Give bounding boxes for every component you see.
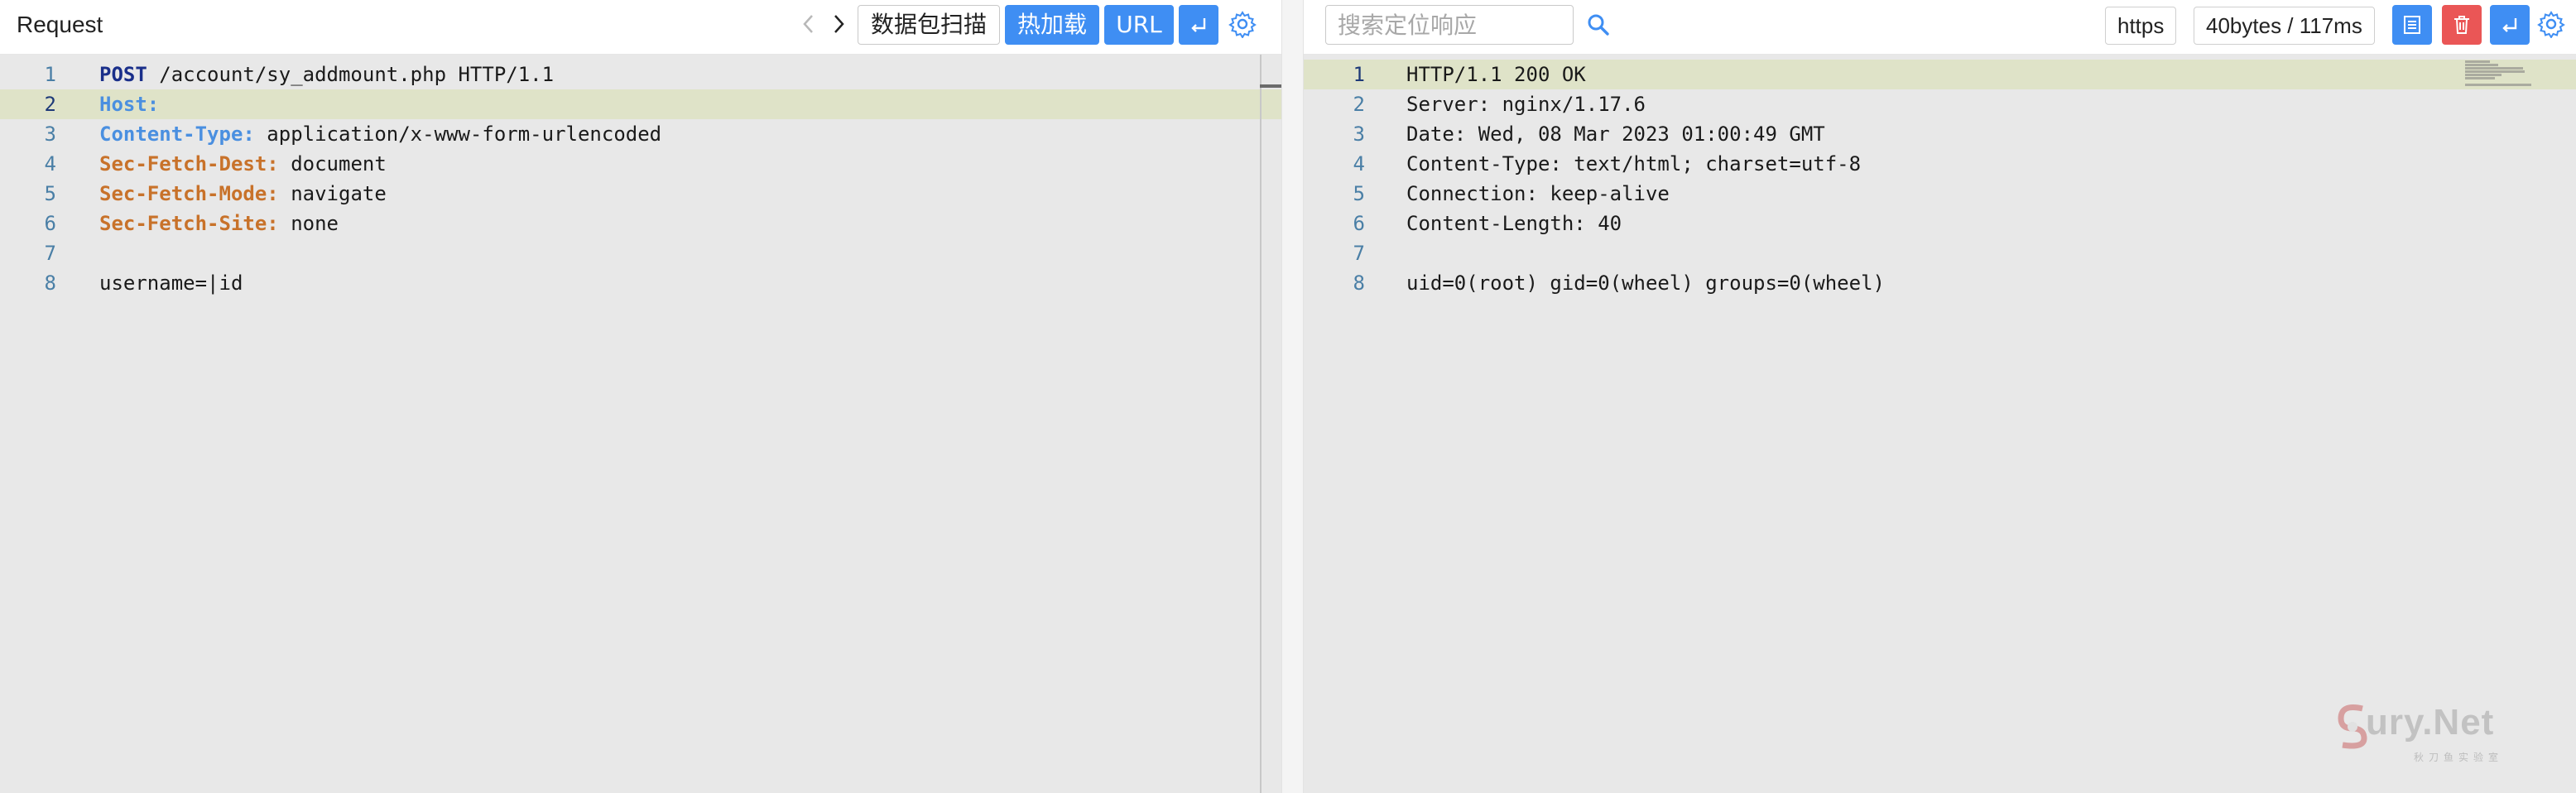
chevron-left-icon[interactable]	[800, 11, 818, 37]
search-icon[interactable]	[1585, 12, 1612, 38]
watermark-text: ury.Net	[2366, 702, 2495, 743]
request-line[interactable]: 4 Sec-Fetch-Dest: document	[0, 149, 1281, 179]
response-line[interactable]: 6 Content-Length: 40	[1304, 209, 2576, 238]
request-toolbar: Request 数据包扫描 热加载 URL	[0, 0, 1281, 55]
line-number: 1	[1353, 63, 1365, 86]
panel-splitter[interactable]	[1281, 0, 1304, 793]
response-stats: 40bytes / 117ms	[2194, 7, 2375, 45]
line-number: 8	[1353, 272, 1365, 295]
request-line[interactable]: 8 username=|id	[0, 268, 1281, 298]
response-line[interactable]: 4 Content-Type: text/html; charset=utf-8	[1304, 149, 2576, 179]
response-minimap[interactable]	[2465, 60, 2533, 87]
line-number: 5	[44, 182, 56, 205]
line-number: 2	[44, 93, 56, 116]
line-text[interactable]: Sec-Fetch-Dest: document	[99, 149, 387, 179]
request-line[interactable]: 6 Sec-Fetch-Site: none	[0, 209, 1281, 238]
packet-scan-button[interactable]: 数据包扫描	[858, 5, 1000, 45]
response-panel: https 40bytes / 117ms 1 HTTP/1.1 200 OK 2 S…	[1304, 0, 2576, 793]
request-line[interactable]: 1 POST /account/sy_addmount.php HTTP/1.1	[0, 60, 1281, 89]
response-toolbar: https 40bytes / 117ms	[1304, 0, 2576, 55]
response-line[interactable]: 5 Connection: keep-alive	[1304, 179, 2576, 209]
response-line[interactable]: 3 Date: Wed, 08 Mar 2023 01:00:49 GMT	[1304, 119, 2576, 149]
line-number: 7	[1353, 242, 1365, 265]
line-text[interactable]: Content-Type: application/x-www-form-url…	[99, 119, 661, 149]
line-text[interactable]: Content-Type: text/html; charset=utf-8	[1406, 149, 1861, 179]
url-button[interactable]: URL	[1104, 5, 1174, 45]
line-text[interactable]: uid=0(root) gid=0(wheel) groups=0(wheel)	[1406, 268, 1885, 298]
line-number: 7	[44, 242, 56, 265]
request-editor[interactable]: 1 POST /account/sy_addmount.php HTTP/1.1 2…	[0, 55, 1281, 793]
request-line[interactable]: 3 Content-Type: application/x-www-form-ur…	[0, 119, 1281, 149]
line-text[interactable]: username=|id	[99, 268, 243, 298]
request-title: Request	[17, 12, 103, 37]
raw-view-button[interactable]	[2392, 5, 2432, 45]
line-number: 1	[44, 63, 56, 86]
logo-icon	[2338, 704, 2367, 749]
line-number: 3	[1353, 123, 1365, 146]
wrap-toggle-button[interactable]	[1179, 5, 1218, 45]
chevron-right-icon[interactable]	[829, 11, 848, 37]
line-number: 5	[1353, 182, 1365, 205]
clear-button[interactable]	[2442, 5, 2482, 45]
line-number: 6	[44, 212, 56, 235]
response-line[interactable]: 7	[1304, 238, 2576, 268]
response-wrap-toggle-button[interactable]	[2490, 5, 2530, 45]
request-line[interactable]: 2 Host:	[0, 89, 1281, 119]
response-line[interactable]: 1 HTTP/1.1 200 OK	[1304, 60, 2576, 89]
line-number: 8	[44, 272, 56, 295]
request-scrollbar[interactable]	[1260, 55, 1262, 793]
trash-icon	[2454, 16, 2469, 34]
line-text[interactable]: POST /account/sy_addmount.php HTTP/1.1	[99, 60, 554, 89]
enter-icon	[1191, 18, 1206, 32]
line-number: 4	[44, 152, 56, 175]
line-number: 4	[1353, 152, 1365, 175]
line-number: 3	[44, 123, 56, 146]
request-line[interactable]: 7	[0, 238, 1281, 268]
list-icon	[2404, 16, 2420, 34]
line-number: 2	[1353, 93, 1365, 116]
line-number: 6	[1353, 212, 1365, 235]
response-line[interactable]: 2 Server: nginx/1.17.6	[1304, 89, 2576, 119]
request-panel: Request 数据包扫描 热加载 URL 1 POST /account/sy_…	[0, 0, 1283, 793]
response-search-input[interactable]	[1325, 5, 1574, 45]
line-text[interactable]: Sec-Fetch-Site: none	[99, 209, 339, 238]
request-scroll-marker	[1260, 84, 1283, 88]
response-editor[interactable]: 1 HTTP/1.1 200 OK 2 Server: nginx/1.17.6 3 Da…	[1304, 55, 2576, 793]
response-line[interactable]: 8 uid=0(root) gid=0(wheel) groups=0(wheel…	[1304, 268, 2576, 298]
line-text[interactable]: HTTP/1.1 200 OK	[1406, 60, 1586, 89]
request-code[interactable]: 1 POST /account/sy_addmount.php HTTP/1.1 2…	[0, 60, 1281, 298]
line-text[interactable]: Server: nginx/1.17.6	[1406, 89, 1646, 119]
watermark-subtitle: 秋刀鱼实验室	[2414, 752, 2504, 763]
protocol-badge: https	[2105, 7, 2177, 45]
line-text[interactable]: Content-Length: 40	[1406, 209, 1622, 238]
line-text[interactable]: Host:	[99, 89, 159, 119]
hot-reload-button[interactable]: 热加载	[1005, 5, 1099, 45]
line-text[interactable]: Date: Wed, 08 Mar 2023 01:00:49 GMT	[1406, 119, 1825, 149]
response-gear-icon[interactable]	[2537, 10, 2565, 39]
response-code[interactable]: 1 HTTP/1.1 200 OK 2 Server: nginx/1.17.6 3 Da…	[1304, 60, 2576, 298]
line-text[interactable]: Sec-Fetch-Mode: navigate	[99, 179, 387, 209]
enter-icon	[2502, 18, 2517, 32]
gear-icon[interactable]	[1228, 10, 1257, 39]
request-line[interactable]: 5 Sec-Fetch-Mode: navigate	[0, 179, 1281, 209]
line-text[interactable]: Connection: keep-alive	[1406, 179, 1670, 209]
watermark-logo: ury.Net 秋刀鱼实验室	[2336, 702, 2551, 768]
